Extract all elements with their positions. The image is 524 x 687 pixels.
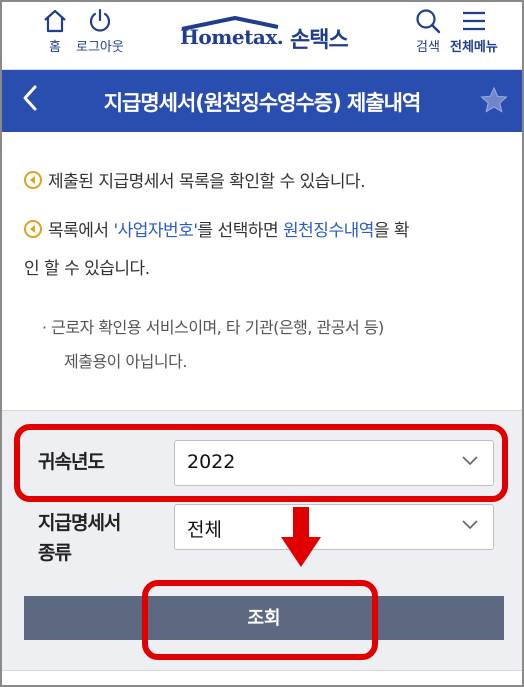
statement-type-select[interactable]: 전체 xyxy=(174,504,494,550)
app-frame: 홈 로그아웃 Hometax. 손택스 검색 전체메뉴 지급명세서(원천징수영수… xyxy=(0,0,524,687)
hometax-logo[interactable]: Hometax. 손택스 xyxy=(180,16,355,56)
info-bullet-1-text: 제출된 지급명세서 목록을 확인할 수 있습니다. xyxy=(48,172,366,192)
info-bullet-1: 제출된 지급명세서 목록을 확인할 수 있습니다. xyxy=(24,165,366,199)
note-line-1: · 근로자 확인용 서비스이며, 타 기관(은행, 관공서 등) xyxy=(42,318,384,337)
logo-korean-text: 손택스 xyxy=(290,28,349,53)
speaker-bullet-icon xyxy=(24,171,42,189)
statement-type-label-line2: 종류 xyxy=(38,542,72,564)
info-bullet-2-line2: 인 할 수 있습니다. xyxy=(24,259,150,279)
info-bullet-2: 목록에서 '사업자번호'를 선택하면 원천징수내역을 확 xyxy=(24,214,410,248)
info-section: 제출된 지급명세서 목록을 확인할 수 있습니다. 목록에서 '사업자번호'를 … xyxy=(2,132,522,410)
down-arrow-annotation-icon xyxy=(281,507,321,567)
speaker-bullet-icon xyxy=(24,220,42,238)
home-label: 홈 xyxy=(49,40,61,55)
search-header-button[interactable]: 검색 xyxy=(414,8,442,55)
page-title: 지급명세서(원천징수영수증) 제출내역 xyxy=(103,91,422,115)
highlight-box-year xyxy=(14,424,508,502)
business-number-link: '사업자번호' xyxy=(113,221,198,241)
all-menu-button[interactable]: 전체메뉴 xyxy=(450,8,498,55)
search-header-label: 검색 xyxy=(416,40,440,55)
power-icon xyxy=(89,8,110,32)
bottom-strip xyxy=(2,670,522,685)
home-icon xyxy=(44,9,66,33)
hamburger-menu-icon xyxy=(462,11,485,31)
note-line-2: 제출용이 아닙니다. xyxy=(64,352,187,371)
all-menu-label: 전체메뉴 xyxy=(450,40,498,55)
logout-button[interactable]: 로그아웃 xyxy=(76,8,124,55)
logo-brand-text: Hometax. xyxy=(180,25,284,49)
statement-type-label-line1: 지급명세서 xyxy=(38,512,121,534)
search-icon xyxy=(416,9,441,34)
top-header: 홈 로그아웃 Hometax. 손택스 검색 전체메뉴 xyxy=(2,2,522,70)
home-button[interactable]: 홈 xyxy=(42,8,68,55)
logout-label: 로그아웃 xyxy=(76,40,124,55)
withholding-details-link: 원천징수내역 xyxy=(283,221,374,241)
page-title-bar: 지급명세서(원천징수영수증) 제출내역 xyxy=(2,70,522,132)
highlight-box-search-button xyxy=(142,580,378,660)
statement-type-value: 전체 xyxy=(187,519,222,541)
chevron-down-icon xyxy=(462,520,478,530)
favorite-star-icon[interactable] xyxy=(480,86,508,118)
